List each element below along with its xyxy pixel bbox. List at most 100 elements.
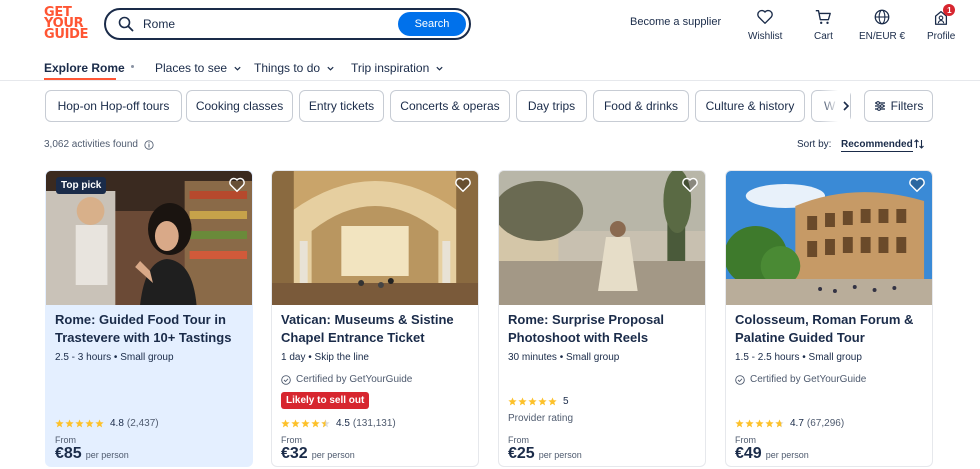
price-value: €25 xyxy=(508,445,535,462)
category-pill[interactable]: Culture & history xyxy=(695,90,805,122)
globe-icon xyxy=(874,9,890,25)
category-pill[interactable]: Hop-on Hop-off tours xyxy=(45,90,182,122)
price-unit: per person xyxy=(85,450,129,460)
price: €49 per person xyxy=(735,445,809,463)
review-count: (131,131) xyxy=(352,418,396,429)
activity-meta: 1.5 - 2.5 hours • Small group xyxy=(735,352,862,363)
activity-card[interactable]: Rome: Surprise Proposal Photoshoot with … xyxy=(498,170,706,467)
activity-title[interactable]: Vatican: Museums & Sistine Chapel Entran… xyxy=(281,311,473,347)
activity-card[interactable]: Top pick Rome: Guided Food Tour in Trast… xyxy=(45,170,253,467)
certified-label: Certified by GetYourGuide xyxy=(281,374,412,385)
nav-things-to-do[interactable]: Things to do xyxy=(254,61,335,75)
category-pill[interactable]: Food & drinks xyxy=(593,90,689,122)
cart-button[interactable]: Cart xyxy=(814,8,833,42)
wishlist-heart-icon[interactable] xyxy=(681,176,699,194)
price-from-label: From xyxy=(735,435,756,445)
half-star-icon xyxy=(775,419,784,428)
star-icon xyxy=(745,419,754,428)
activity-title[interactable]: Colosseum, Roman Forum & Palatine Guided… xyxy=(735,311,927,347)
star-icon xyxy=(755,419,764,428)
category-pill[interactable]: Cooking classes xyxy=(186,90,293,122)
nav-places-to-see[interactable]: Places to see xyxy=(155,61,242,75)
star-icon xyxy=(735,419,744,428)
wishlist-heart-icon[interactable] xyxy=(908,176,926,194)
cart-label: Cart xyxy=(814,31,833,42)
results-count-text: 3,062 activities found xyxy=(44,139,138,150)
chevron-down-icon xyxy=(234,66,241,71)
scroll-right-button[interactable] xyxy=(836,96,856,116)
search-bar[interactable]: Rome Search xyxy=(104,8,471,40)
nav-label: Trip inspiration xyxy=(351,61,430,75)
activity-card[interactable]: Colosseum, Roman Forum & Palatine Guided… xyxy=(725,170,933,467)
sort-order-icon[interactable] xyxy=(913,138,925,150)
wishlist-heart-icon[interactable] xyxy=(228,176,246,194)
cart-icon xyxy=(816,10,832,25)
activity-title[interactable]: Rome: Surprise Proposal Photoshoot with … xyxy=(508,311,700,347)
become-supplier-link[interactable]: Become a supplier xyxy=(630,16,721,28)
price-from-label: From xyxy=(508,435,529,445)
certified-text: Certified by GetYourGuide xyxy=(750,374,867,385)
price-unit: per person xyxy=(311,450,355,460)
star-rating xyxy=(55,419,104,428)
activity-meta: 2.5 - 3 hours • Small group xyxy=(55,352,174,363)
category-pill[interactable]: Concerts & operas xyxy=(390,90,510,122)
rating: 4.5 (131,131) xyxy=(281,418,396,429)
profile-button[interactable]: Profile 1 xyxy=(927,4,956,42)
activity-meta: 1 day • Skip the line xyxy=(281,352,369,363)
star-icon xyxy=(548,397,557,406)
filters-button[interactable]: Filters xyxy=(864,90,933,122)
star-rating xyxy=(508,397,557,406)
search-button[interactable]: Search xyxy=(398,12,466,36)
active-tab-indicator xyxy=(44,78,116,80)
currency-label: EN/EUR € xyxy=(859,31,906,42)
chevron-down-icon xyxy=(327,66,334,71)
results-count: 3,062 activities found xyxy=(44,139,154,150)
search-icon xyxy=(118,16,134,32)
likely-to-sell-out-badge: Likely to sell out xyxy=(281,392,370,409)
price-value: €85 xyxy=(55,445,82,462)
activity-title[interactable]: Rome: Guided Food Tour in Trastevere wit… xyxy=(55,311,247,347)
sort-dropdown[interactable]: Recommended xyxy=(841,139,913,152)
rating-value: 4.8 xyxy=(110,418,124,429)
category-pill[interactable]: Entry tickets xyxy=(299,90,384,122)
certified-text: Certified by GetYourGuide xyxy=(296,374,413,385)
activity-image xyxy=(272,171,478,305)
language-currency-button[interactable]: EN/EUR € xyxy=(859,8,905,42)
star-icon xyxy=(528,397,537,406)
category-pill[interactable]: Day trips xyxy=(516,90,587,122)
chevron-right-icon xyxy=(843,101,850,111)
info-icon[interactable] xyxy=(144,139,154,150)
activity-card[interactable]: Vatican: Museums & Sistine Chapel Entran… xyxy=(271,170,479,467)
provider-rating-label: Provider rating xyxy=(508,413,574,424)
logo[interactable]: GET YOUR GUIDE xyxy=(44,6,90,41)
nav-label: Things to do xyxy=(254,61,321,75)
star-icon xyxy=(311,419,320,428)
star-icon xyxy=(518,397,527,406)
filter-icon xyxy=(874,101,885,111)
star-icon xyxy=(95,419,104,428)
nav-explore-rome[interactable]: Explore Rome xyxy=(44,61,125,75)
secondary-nav: Explore Rome Places to see Things to do … xyxy=(0,56,980,81)
activity-meta: 30 minutes • Small group xyxy=(508,352,620,363)
price: €85 per person xyxy=(55,445,129,463)
star-icon xyxy=(65,419,74,428)
price-value: €49 xyxy=(735,445,762,462)
activity-image xyxy=(726,171,932,305)
star-rating xyxy=(735,419,784,428)
rating-value: 4.7 xyxy=(790,418,804,429)
review-count: (2,437) xyxy=(126,418,159,429)
wishlist-label: Wishlist xyxy=(748,31,783,42)
wishlist-button[interactable]: Wishlist xyxy=(748,8,782,42)
star-icon xyxy=(538,397,547,406)
price-unit: per person xyxy=(538,450,582,460)
price-unit: per person xyxy=(765,450,809,460)
price-from-label: From xyxy=(281,435,302,445)
chevron-down-icon xyxy=(436,66,443,71)
wishlist-heart-icon[interactable] xyxy=(454,176,472,194)
star-rating xyxy=(281,419,330,428)
star-icon xyxy=(75,419,84,428)
nav-trip-inspiration[interactable]: Trip inspiration xyxy=(351,61,444,75)
star-icon xyxy=(301,419,310,428)
sort-by-label: Sort by: xyxy=(797,139,832,150)
star-icon xyxy=(508,397,517,406)
